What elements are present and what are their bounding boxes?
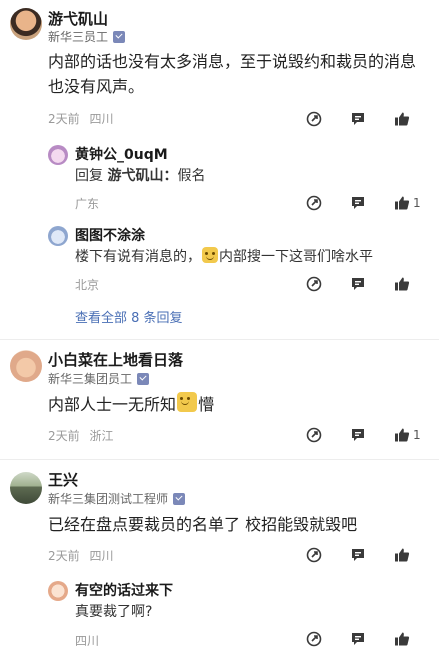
- verified-icon: [173, 492, 186, 505]
- like-icon[interactable]: [393, 426, 411, 444]
- reply-author[interactable]: 黄钟公_0uqM: [75, 144, 168, 164]
- author-title-text: 新华三员工: [48, 30, 109, 44]
- author-title: 新华三集团测试工程师: [48, 490, 186, 507]
- share-icon[interactable]: [305, 426, 323, 444]
- comment-text-part: 懵: [198, 395, 215, 414]
- share-icon[interactable]: [305, 630, 323, 647]
- reply-author[interactable]: 有空的话过来下: [75, 580, 173, 600]
- comment-author[interactable]: 小白菜在上地看日落: [48, 349, 183, 370]
- author-title: 新华三员工: [48, 28, 126, 45]
- comment-location: 浙江: [89, 429, 114, 443]
- comment-time: 2天前: [48, 112, 80, 126]
- reply-prefix: 回复: [75, 168, 103, 184]
- reply-author[interactable]: 图图不涂涂: [75, 225, 145, 245]
- share-icon[interactable]: [305, 194, 323, 212]
- comment-text: 内部的话也没有太多消息，至于说毁约和裁员的消息也没有风声。: [48, 52, 417, 96]
- like-icon[interactable]: [393, 275, 411, 293]
- reply-text: 真要裁了啊?: [75, 604, 153, 620]
- reply-icon[interactable]: [349, 630, 367, 647]
- like-icon[interactable]: [393, 630, 411, 647]
- reply-icon[interactable]: [349, 194, 367, 212]
- avatar[interactable]: [10, 8, 42, 40]
- avatar[interactable]: [48, 145, 68, 165]
- avatar[interactable]: [10, 472, 42, 504]
- comment-actions: [300, 110, 420, 130]
- comment-actions: 1: [300, 426, 435, 446]
- reply-actions: [300, 630, 427, 647]
- like-count: 1: [413, 196, 421, 210]
- share-icon[interactable]: [305, 110, 323, 128]
- reply-text-part: 楼下有说有消息的，: [75, 249, 201, 265]
- reply-actions: 1: [300, 194, 427, 214]
- reply-item: 图图不涂涂 楼下有说有消息的， 内部搜一下这哥们啥水平 北京: [48, 224, 427, 299]
- author-title-text: 新华三集团测试工程师: [48, 492, 169, 506]
- grin-emoji-icon: [202, 247, 218, 263]
- reply-text-part: 内部搜一下这哥们啥水平: [219, 249, 373, 265]
- reply-location: 广东: [75, 197, 100, 211]
- reply-text: 楼下有说有消息的， 内部搜一下这哥们啥水平: [75, 246, 373, 266]
- reply-actions: [300, 275, 427, 295]
- avatar[interactable]: [48, 581, 68, 601]
- author-title-text: 新华三集团员工: [48, 372, 133, 386]
- comment-text: 内部人士一无所知 懵: [48, 392, 214, 417]
- reply-item: 黄钟公_0uqM 回复 游弋矶山：假名 广东 1: [48, 143, 427, 218]
- comment-author[interactable]: 王兴: [48, 469, 78, 490]
- share-icon[interactable]: [305, 546, 323, 564]
- comment-location: 四川: [89, 549, 114, 563]
- comment-meta: 2天前 四川: [48, 547, 113, 564]
- reply-text: 回复 游弋矶山：假名: [75, 165, 205, 185]
- comment-item: 王兴 新华三集团测试工程师 已经在盘点要裁员的名单了 校招能毁就毁吧 2天前 四…: [0, 460, 439, 647]
- verified-icon: [137, 372, 150, 385]
- verified-icon: [113, 30, 126, 43]
- comment-meta: 2天前 浙江: [48, 427, 113, 444]
- reply-icon[interactable]: [349, 275, 367, 293]
- like-icon[interactable]: [393, 110, 411, 128]
- comment-actions: [300, 546, 420, 566]
- reply-target[interactable]: 游弋矶山：: [107, 168, 177, 184]
- author-title: 新华三集团员工: [48, 370, 150, 387]
- comment-item: 小白菜在上地看日落 新华三集团员工 内部人士一无所知 懵 2天前 浙江 1: [0, 340, 439, 460]
- comment-author[interactable]: 游弋矶山: [48, 8, 108, 29]
- like-count: 1: [413, 428, 421, 442]
- comment-text: 已经在盘点要裁员的名单了 校招能毁就毁吧: [48, 515, 358, 534]
- share-icon[interactable]: [305, 275, 323, 293]
- comment-time: 2天前: [48, 549, 80, 563]
- reply-icon[interactable]: [349, 426, 367, 444]
- like-icon[interactable]: [393, 546, 411, 564]
- like-icon[interactable]: [393, 194, 411, 212]
- comment-location: 四川: [89, 112, 114, 126]
- reply-location: 四川: [75, 634, 100, 647]
- comment-time: 2天前: [48, 429, 80, 443]
- comment-meta: 2天前 四川: [48, 110, 113, 127]
- comment-text-part: 内部人士一无所知: [48, 395, 177, 414]
- avatar[interactable]: [48, 226, 68, 246]
- comment-item: 游弋矶山 新华三员工 内部的话也没有太多消息，至于说毁约和裁员的消息也没有风声。…: [0, 0, 439, 340]
- reply-icon[interactable]: [349, 110, 367, 128]
- reply-icon[interactable]: [349, 546, 367, 564]
- avatar[interactable]: [10, 350, 42, 382]
- reply-item: 有空的话过来下 真要裁了啊? 四川: [48, 579, 427, 647]
- reply-content: 假名: [177, 168, 206, 184]
- reply-location: 北京: [75, 278, 100, 292]
- see-all-replies-link[interactable]: 查看全部 8 条回复: [75, 307, 183, 326]
- grin-emoji-icon: [177, 392, 198, 412]
